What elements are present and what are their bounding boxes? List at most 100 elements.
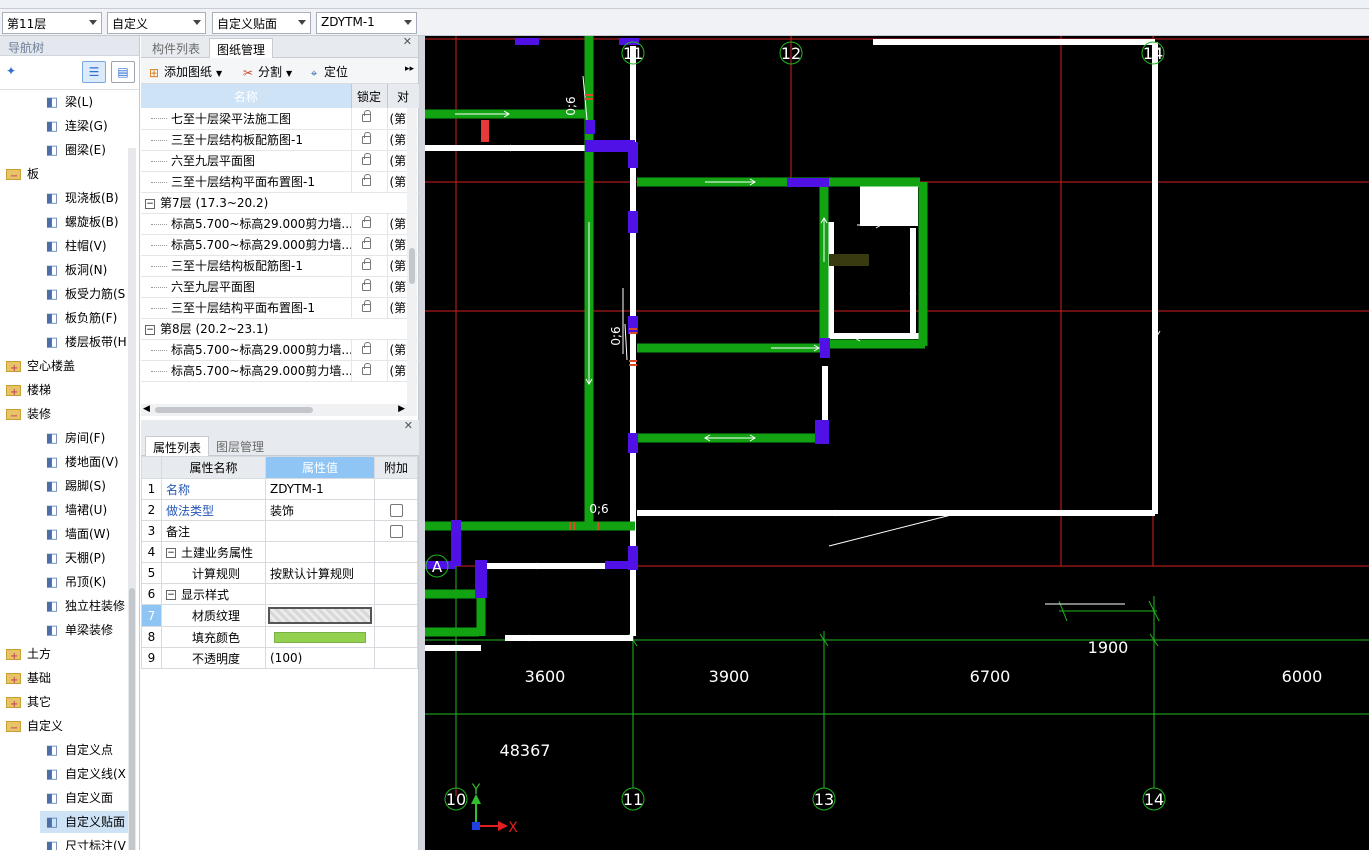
property-value[interactable] [265,626,375,648]
col-name-header[interactable]: 名称 [141,84,352,108]
collapse-icon[interactable]: − [145,198,155,209]
nav-item[interactable]: ◧ 房间(F) [44,427,105,449]
nav-scroll-thumb[interactable] [129,588,135,850]
drawing-vscroll-thumb[interactable] [409,248,415,284]
nav-item[interactable]: ◧ 自定义面 [44,787,113,809]
property-value[interactable] [265,604,375,627]
property-value[interactable]: 按默认计算规则 [265,562,375,584]
lock-icon[interactable] [361,215,371,228]
nav-item[interactable]: ◧ 自定义点 [44,739,113,761]
nav-item[interactable]: 其它 [6,691,51,716]
nav-item[interactable]: ◧ 板负筋(F) [44,307,117,329]
scroll-right-icon[interactable]: ▶ [398,404,405,414]
drawing-row[interactable]: 三至十层结构平面布置图-1 (第 [141,171,420,193]
floor-group-row[interactable]: − 第8层 (20.2~23.1) [141,318,420,340]
nav-item[interactable]: ◧ 自定义贴面 [40,811,130,833]
drawing-row[interactable]: 三至十层结构板配筋图-1 (第 [141,129,420,151]
tab-property-list[interactable]: 属性列表 [145,436,210,456]
nav-item[interactable]: ◧ 螺旋板(B) [44,211,119,233]
nav-item[interactable]: ◧ 单梁装修 [44,619,113,641]
drawing-row[interactable]: 标高5.700~标高29.000剪力墙... (第 [141,213,420,235]
lock-icon[interactable] [361,278,371,291]
property-value[interactable] [265,520,375,542]
property-value[interactable]: 装饰 [265,499,375,521]
lock-icon[interactable] [361,152,371,165]
fill-color-swatch[interactable] [274,631,366,643]
drawing-hscrollbar[interactable]: ◀ ▶ [141,404,407,416]
nav-item[interactable]: 装修 [6,403,51,428]
tab-drawing-management[interactable]: 图纸管理 [209,38,274,58]
nav-item[interactable]: 楼梯 [6,379,51,404]
drawing-canvas[interactable]: 11 12 14 10 11 13 14 A 3600 3900 6700 6000 1900 48367… [425,36,1369,850]
lock-icon[interactable] [361,110,371,123]
drawing-row[interactable]: 六至九层平面图 (第 [141,150,420,172]
nav-item[interactable]: ◧ 天棚(P) [44,547,106,569]
drawing-row[interactable]: 六至九层平面图 (第 [141,276,420,298]
floor-group-row[interactable]: − 第7层 (17.3~20.2) [141,192,420,214]
split-button[interactable]: ✂ 分割 ▼ [241,63,292,80]
tab-component-list[interactable]: 构件列表 [145,38,207,58]
col-extra-header[interactable]: 对 [387,84,420,108]
nav-item[interactable]: ◧ 自定义线(X [44,763,126,785]
nav-item[interactable]: ◧ 板洞(N) [44,259,108,281]
collapse-icon[interactable]: − [166,590,176,600]
nav-item[interactable]: ◧ 梁(L) [44,91,93,113]
nav-item[interactable]: ◧ 板受力筋(S [44,283,125,305]
property-row[interactable]: 9 不透明度 (100) [141,647,418,669]
property-row[interactable]: 6− 显示样式 [141,583,418,605]
floor-select[interactable]: 第11层 [2,12,102,34]
drawing-vscrollbar[interactable] [407,108,417,416]
more-icon[interactable]: ▸▸ [405,64,414,74]
add-drawing-button[interactable]: ⊞ 添加图纸 ▼ [147,63,222,80]
lock-icon[interactable] [361,236,371,249]
sparkle-icon[interactable]: ✦ [6,64,16,78]
nav-item[interactable]: ◧ 尺寸标注(V [44,835,126,850]
drawing-row[interactable]: 三至十层结构平面布置图-1 (第 [141,297,420,319]
drawing-row[interactable]: 标高5.700~标高29.000剪力墙... (第 [141,339,420,361]
type-select[interactable]: 自定义贴面 [212,12,311,34]
nav-item[interactable]: 板 [6,163,39,188]
property-value[interactable] [265,583,375,605]
lock-icon[interactable] [361,131,371,144]
nav-item[interactable]: 空心楼盖 [6,355,75,380]
attach-checkbox[interactable] [389,525,403,538]
drawing-row[interactable]: 三至十层结构板配筋图-1 (第 [141,255,420,277]
property-row[interactable]: 2 做法类型 装饰 [141,499,418,521]
tab-layer-management[interactable]: 图层管理 [209,436,271,456]
nav-scrollbar[interactable] [128,148,136,850]
property-row[interactable]: 7 材质纹理 [141,604,418,627]
collapse-icon[interactable]: − [145,324,155,335]
property-row[interactable]: 8 填充颜色 [141,626,418,648]
lock-icon[interactable] [361,341,371,354]
collapse-icon[interactable]: − [166,548,176,558]
lock-icon[interactable] [361,299,371,312]
drawing-row[interactable]: 标高5.700~标高29.000剪力墙... (第 [141,360,420,382]
scroll-left-icon[interactable]: ◀ [143,404,150,414]
lock-icon[interactable] [361,173,371,186]
nav-item[interactable]: ◧ 柱帽(V) [44,235,107,257]
property-row[interactable]: 5 计算规则 按默认计算规则 [141,562,418,584]
nav-item[interactable]: ◧ 圈梁(E) [44,139,106,161]
property-value[interactable]: ZDYTM-1 [265,478,375,500]
nav-item[interactable]: ◧ 楼地面(V) [44,451,119,473]
lock-icon[interactable] [361,257,371,270]
list-view-icon[interactable]: ☰ [82,61,106,83]
nav-item[interactable]: ◧ 现浇板(B) [44,187,119,209]
property-value[interactable]: (100) [265,647,375,669]
grid-view-icon[interactable]: ▤ [111,61,135,83]
property-value[interactable] [265,541,375,563]
nav-item[interactable]: ◧ 踢脚(S) [44,475,106,497]
nav-item[interactable]: ◧ 墙裙(U) [44,499,107,521]
nav-item[interactable]: 基础 [6,667,51,692]
col-lock-header[interactable]: 锁定 [351,84,388,108]
nav-item[interactable]: ◧ 独立柱装修 [44,595,125,617]
category-select[interactable]: 自定义 [107,12,206,34]
close-icon[interactable]: ✕ [403,35,412,48]
component-select[interactable]: ZDYTM-1 [316,12,417,34]
locate-button[interactable]: ⌖ 定位 [307,63,348,80]
lock-icon[interactable] [361,362,371,375]
nav-item[interactable]: ◧ 连梁(G) [44,115,108,137]
nav-item[interactable]: 自定义 [6,715,63,740]
cad-drawing[interactable]: 11 12 14 10 11 13 14 A 3600 3900 6700 6000 1900 48367… [425,36,1369,850]
nav-item[interactable]: ◧ 楼层板带(H [44,331,127,353]
